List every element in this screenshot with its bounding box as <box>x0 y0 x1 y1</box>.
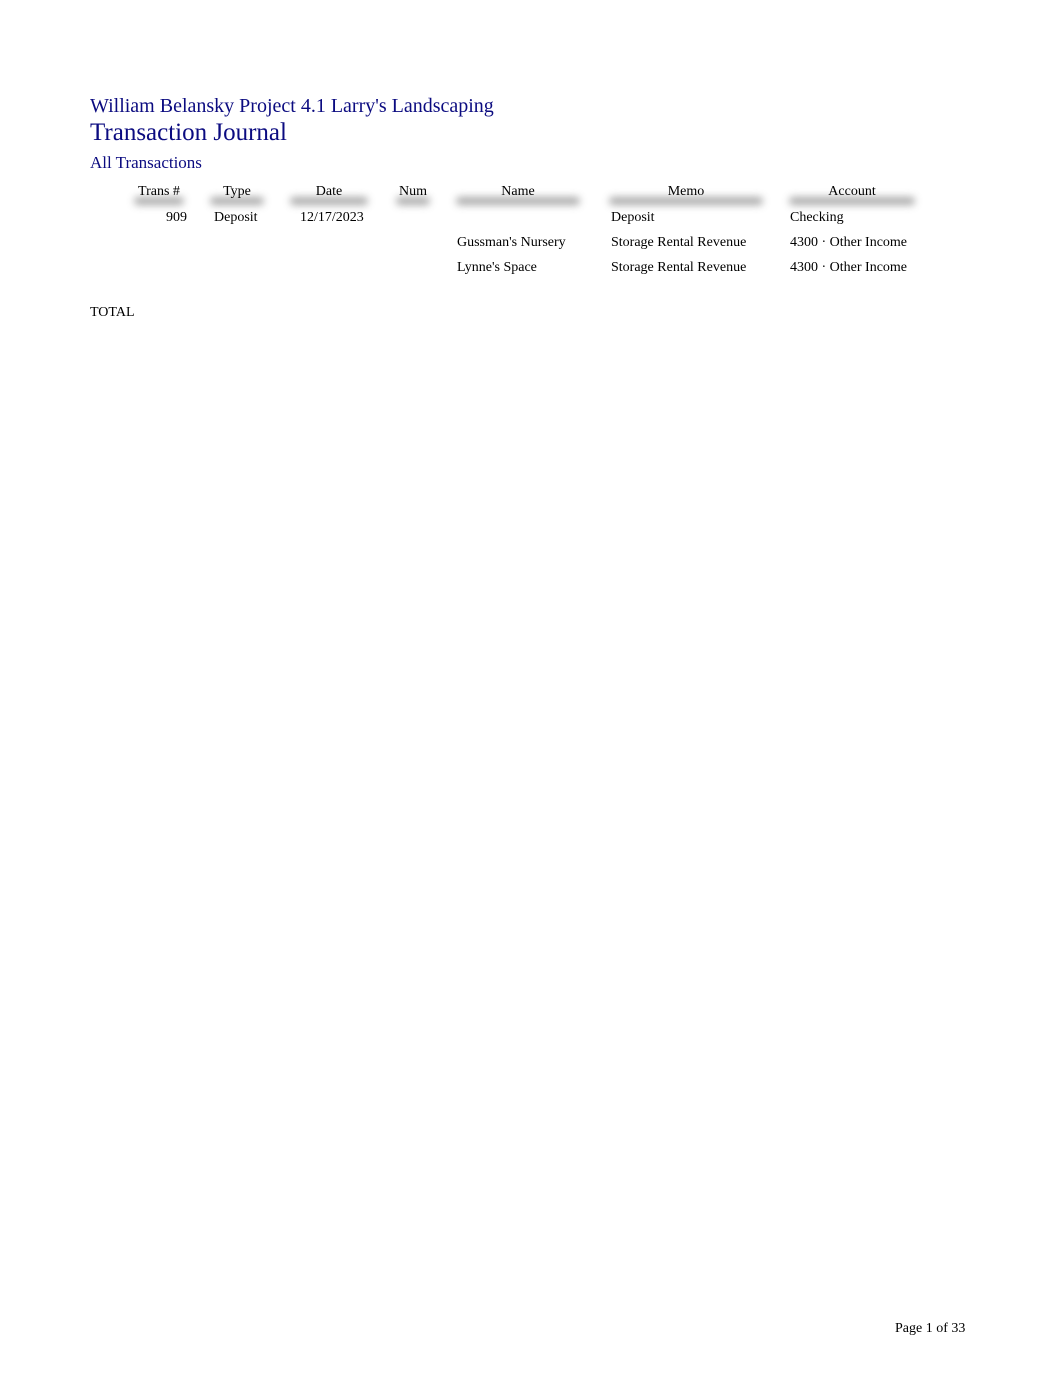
cell-name: Lynne's Space <box>457 260 537 275</box>
company-name: William Belansky Project 4.1 Larry's Lan… <box>90 95 494 117</box>
cell-account: 4300 · Other Income <box>790 260 908 275</box>
cell-type: Deposit <box>214 210 258 225</box>
cell-trans: 909 <box>166 210 187 225</box>
column-header-name: Name <box>452 184 584 205</box>
cell-memo: Storage Rental Revenue <box>611 260 747 275</box>
column-header-date: Date <box>286 184 372 205</box>
column-header-num: Num <box>392 184 434 205</box>
cell-name: Gussman's Nursery <box>457 235 566 250</box>
column-header-memo: Memo <box>605 184 767 205</box>
cell-account: Checking <box>790 210 844 225</box>
page-number: Page 1 of 33 <box>895 1321 966 1336</box>
cell-memo: Storage Rental Revenue <box>611 235 747 250</box>
cell-memo: Deposit <box>611 210 655 225</box>
report-subtitle: All Transactions <box>90 153 202 172</box>
column-header-account: Account <box>785 184 919 205</box>
total-label: TOTAL <box>90 305 135 320</box>
report-title: Transaction Journal <box>90 119 287 146</box>
column-header-trans: Trans # <box>130 184 188 205</box>
column-header-type: Type <box>206 184 268 205</box>
cell-date: 12/17/2023 <box>300 210 364 225</box>
cell-account: 4300 · Other Income <box>790 235 908 250</box>
